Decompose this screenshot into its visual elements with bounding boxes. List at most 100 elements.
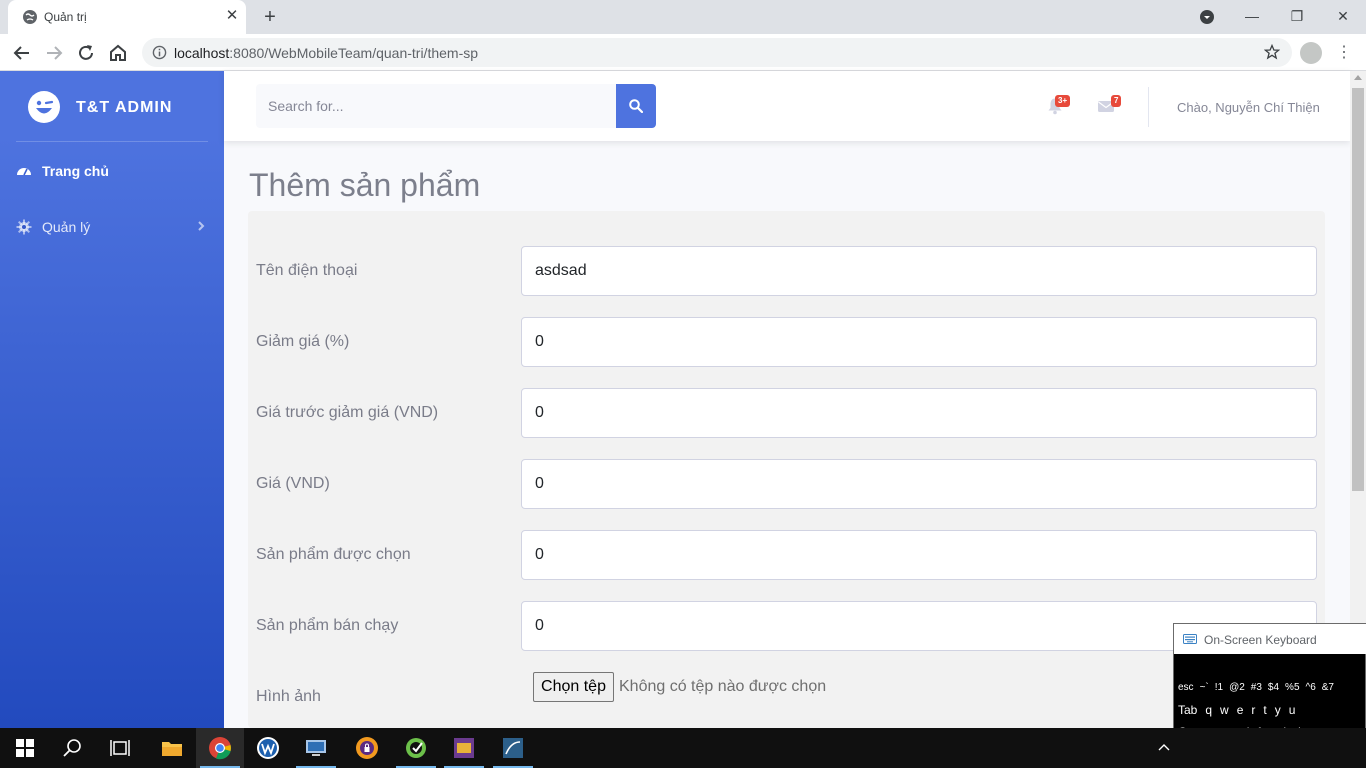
scrollbar-thumb[interactable]: [1352, 88, 1364, 491]
osk-key[interactable]: ~`: [1200, 682, 1209, 693]
laugh-wink-icon: [28, 91, 60, 123]
home-icon[interactable]: [106, 41, 130, 65]
osk-key[interactable]: esc: [1178, 682, 1194, 693]
back-arrow-icon[interactable]: [10, 41, 34, 65]
scroll-up-icon[interactable]: [1354, 75, 1362, 80]
messages-dropdown[interactable]: 7: [1094, 71, 1134, 141]
image-label: Hình ảnh: [256, 688, 321, 705]
osk-row-qwerty: Tab q w e r t y u: [1178, 703, 1303, 723]
file-status-text: Không có tệp nào được chọn: [619, 678, 827, 695]
close-window-icon[interactable]: ✕: [1329, 4, 1357, 28]
windows-taskbar: [0, 728, 1366, 768]
choose-file-button[interactable]: Chọn tệp: [533, 672, 614, 702]
price-label: Giá (VND): [256, 475, 330, 492]
osk-key[interactable]: e: [1237, 703, 1244, 717]
info-icon[interactable]: [152, 45, 167, 60]
topbar-divider: [1148, 87, 1149, 127]
phone-name-label: Tên điện thoại: [256, 262, 358, 279]
bookmark-star-icon[interactable]: [1264, 44, 1280, 60]
taskbar-app-mysql[interactable]: [489, 728, 537, 768]
chrome-icon: [209, 737, 231, 760]
taskbar-app-green[interactable]: [392, 728, 440, 768]
search-button[interactable]: [616, 84, 656, 128]
task-view-icon: [110, 740, 130, 756]
sidebar-item-trang-chu[interactable]: Trang chủ: [16, 158, 208, 184]
osk-key[interactable]: ^6: [1306, 682, 1316, 693]
tachometer-icon: [17, 168, 31, 176]
browser-toolbar: localhost:8080/WebMobileTeam/quan-tri/th…: [0, 34, 1366, 71]
osk-key[interactable]: r: [1251, 703, 1255, 717]
osk-row-numbers: esc ~` !1 @2 #3 $4 %5 ^6 &7: [1178, 682, 1340, 702]
page-title: Thêm sản phẩm: [249, 167, 481, 203]
messages-badge: 7: [1111, 95, 1122, 107]
osk-key[interactable]: @2: [1229, 682, 1245, 693]
taskbar-app-game[interactable]: [440, 728, 488, 768]
keyboard-icon: [1183, 634, 1197, 644]
minimize-window-icon[interactable]: —: [1238, 4, 1266, 28]
close-tab-icon[interactable]: ✕: [222, 6, 242, 26]
profile-avatar-icon[interactable]: [1300, 42, 1322, 64]
forward-arrow-icon[interactable]: [42, 41, 66, 65]
browser-tab-strip: Quản trị ✕ + — ❐ ✕: [0, 0, 1366, 34]
taskbar-file-explorer[interactable]: [148, 728, 196, 768]
osk-key[interactable]: y: [1275, 703, 1281, 717]
osk-key[interactable]: &7: [1322, 682, 1334, 693]
osk-key[interactable]: q: [1205, 703, 1212, 717]
taskbar-search-button[interactable]: [48, 728, 96, 768]
new-tab-button[interactable]: +: [258, 5, 282, 29]
folder-icon: [162, 742, 182, 756]
alerts-badge: 3+: [1055, 95, 1071, 107]
osk-key[interactable]: %5: [1285, 682, 1299, 693]
osk-key[interactable]: w: [1220, 703, 1229, 717]
start-button[interactable]: [0, 728, 48, 768]
osk-titlebar[interactable]: On-Screen Keyboard: [1174, 624, 1366, 654]
topbar: 3+ 7 Chào, Nguyễn Chí Thiện: [224, 71, 1350, 141]
sidebar: T&T ADMIN Trang chủ Quản lý: [0, 71, 224, 728]
search-icon: [629, 99, 643, 113]
tab-title: Quản trị: [44, 10, 87, 24]
osk-key[interactable]: Tab: [1178, 703, 1197, 717]
windows-logo-icon: [16, 739, 34, 757]
osk-key[interactable]: #3: [1251, 682, 1262, 693]
browser-menu-icon[interactable]: ⋮: [1336, 42, 1352, 64]
best-seller-label: Sản phẩm bán chạy: [256, 617, 399, 634]
green-app-icon: [406, 738, 426, 758]
price-input[interactable]: [521, 459, 1317, 509]
task-view-button[interactable]: [96, 728, 144, 768]
osk-key[interactable]: t: [1263, 703, 1266, 717]
phone-name-input[interactable]: [521, 246, 1317, 296]
osk-key[interactable]: u: [1289, 703, 1296, 717]
discount-label: Giảm giá (%): [256, 333, 350, 350]
taskbar-chrome[interactable]: [196, 728, 244, 768]
gear-icon: [16, 219, 32, 235]
osk-key[interactable]: !1: [1215, 682, 1223, 693]
featured-product-input[interactable]: [521, 530, 1317, 580]
app-w-icon: [257, 737, 279, 759]
user-greeting[interactable]: Chào, Nguyễn Chí Thiện: [1177, 100, 1320, 115]
sidebar-item-label: Quản lý: [42, 219, 91, 235]
url-text: localhost:8080/WebMobileTeam/quan-tri/th…: [174, 45, 479, 61]
chevron-right-icon: [198, 221, 205, 231]
reload-icon[interactable]: [74, 41, 98, 65]
shield-lock-icon: [356, 737, 378, 759]
chevron-up-icon[interactable]: [1156, 740, 1172, 756]
discount-input[interactable]: [521, 317, 1317, 367]
osk-key[interactable]: $4: [1268, 682, 1279, 693]
osk-title: On-Screen Keyboard: [1204, 633, 1317, 647]
taskbar-app-monitor[interactable]: [292, 728, 340, 768]
address-bar[interactable]: localhost:8080/WebMobileTeam/quan-tri/th…: [142, 38, 1292, 67]
browser-tab[interactable]: Quản trị ✕: [8, 0, 246, 34]
original-price-label: Giá trước giảm giá (VND): [256, 404, 439, 421]
original-price-input[interactable]: [521, 388, 1317, 438]
sidebar-item-quan-ly[interactable]: Quản lý: [16, 214, 208, 240]
game-app-icon: [454, 738, 474, 758]
globe-icon: [23, 10, 37, 24]
profile-dropdown-icon[interactable]: [1193, 4, 1221, 28]
taskbar-app-w[interactable]: [244, 728, 292, 768]
featured-product-label: Sản phẩm được chọn: [256, 546, 411, 563]
restore-window-icon[interactable]: ❐: [1283, 4, 1311, 28]
alerts-dropdown[interactable]: 3+: [1044, 71, 1084, 141]
taskbar-app-vpn[interactable]: [343, 728, 391, 768]
search-input[interactable]: [256, 84, 616, 128]
search-icon: [63, 739, 81, 757]
